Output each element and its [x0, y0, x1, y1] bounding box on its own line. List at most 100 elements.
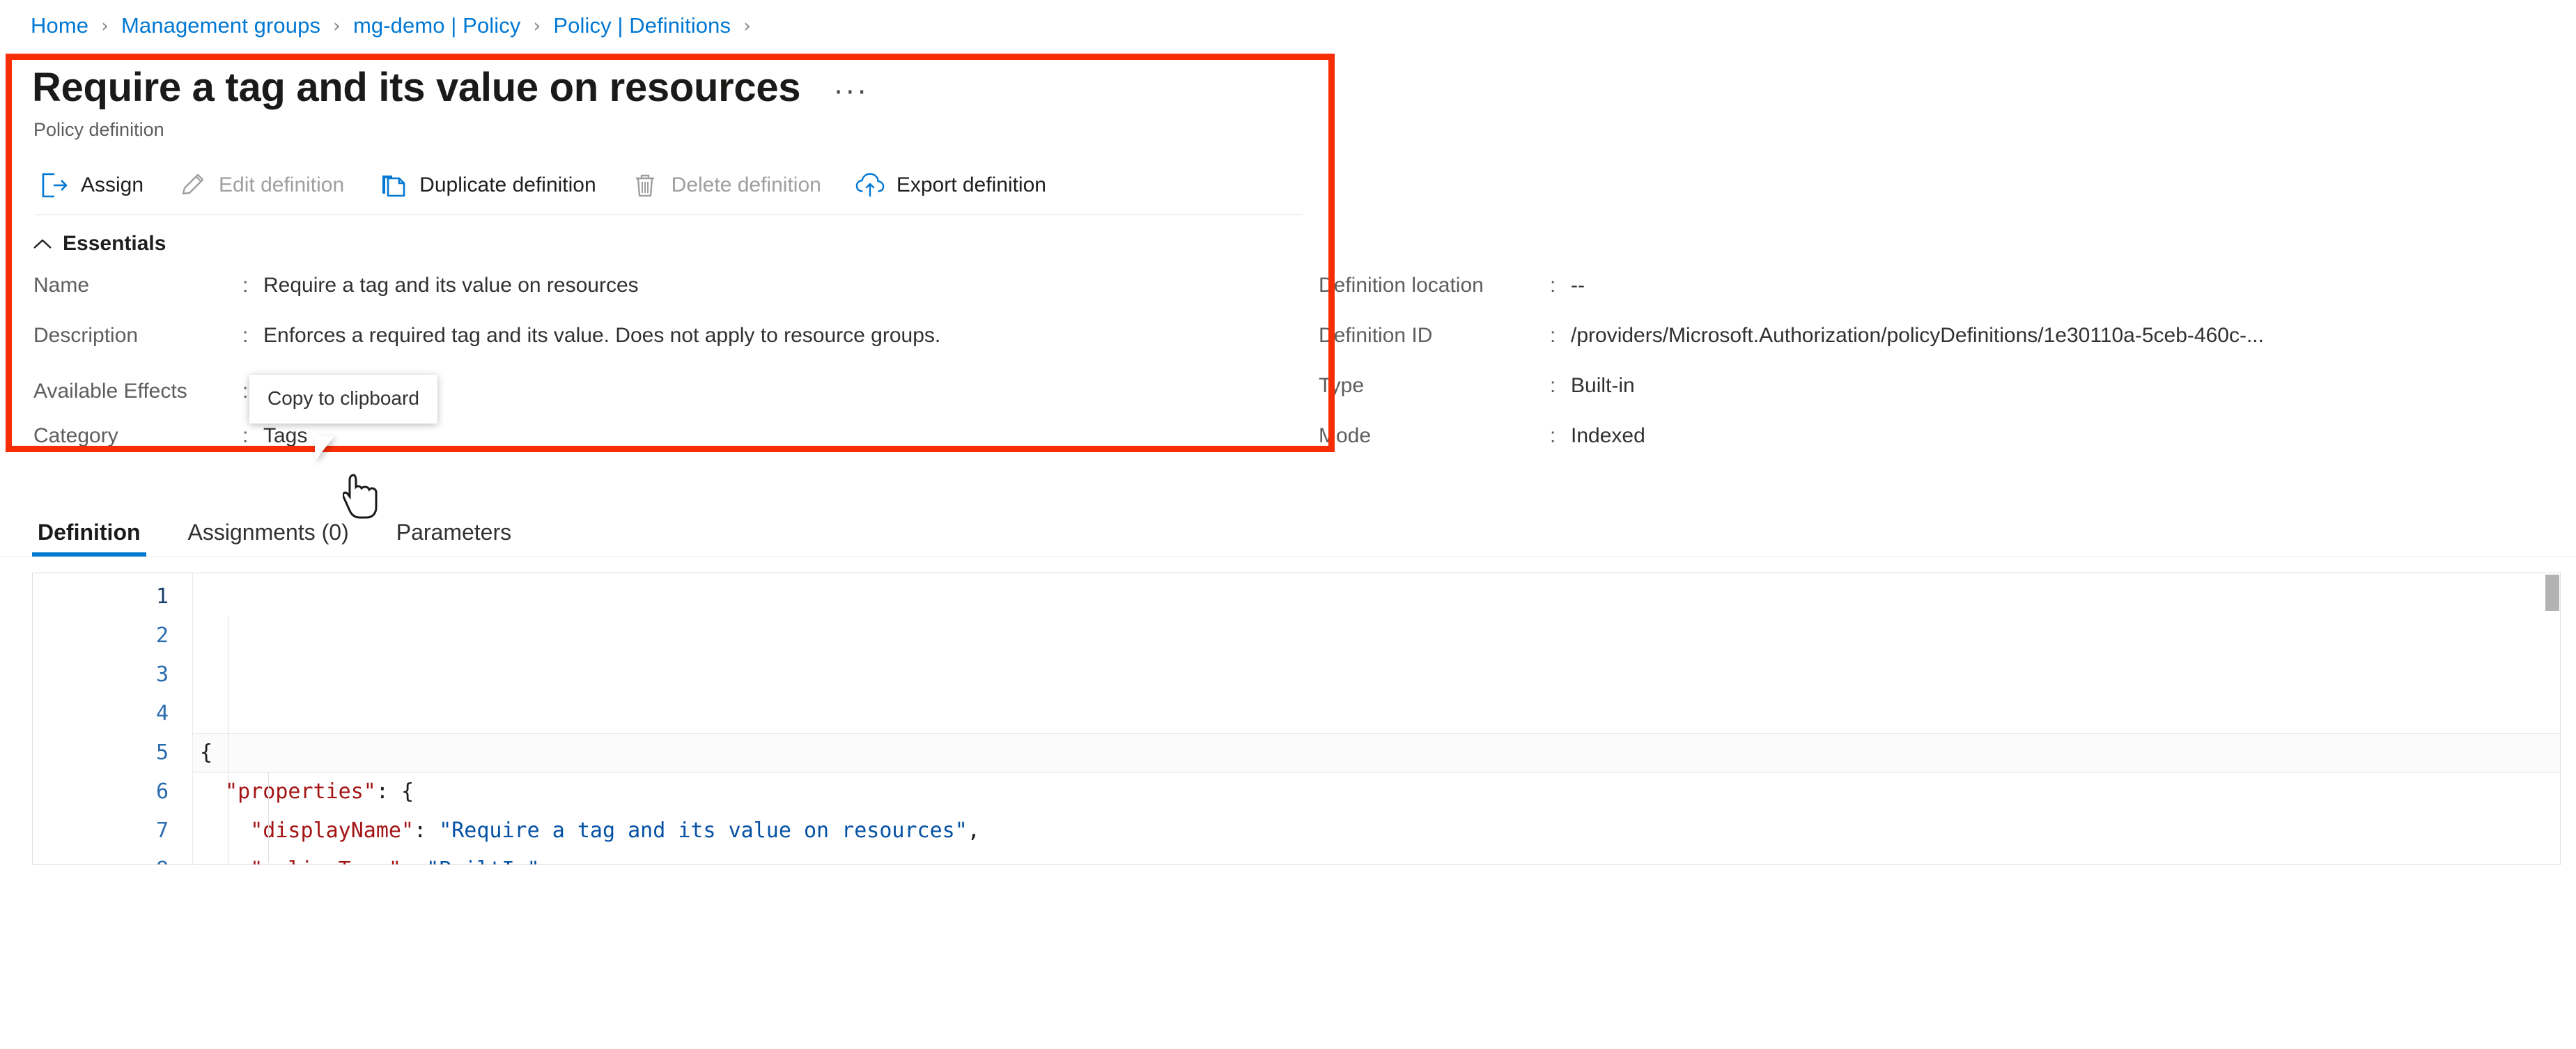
editor-scrollbar-thumb[interactable]: [2545, 574, 2559, 611]
trash-icon: [630, 171, 660, 199]
pencil-icon: [177, 171, 208, 199]
editor-line-number: 5: [155, 740, 169, 765]
more-options-icon[interactable]: ···: [834, 79, 869, 107]
page-title: Require a tag and its value on resources: [32, 65, 801, 110]
code-token-pun: [200, 857, 250, 864]
editor-line-number: 4: [155, 701, 169, 726]
tab-parameters[interactable]: Parameters: [391, 520, 517, 557]
breadcrumb-item[interactable]: Policy | Definitions: [553, 13, 731, 38]
code-token-key: "policyType": [250, 857, 401, 864]
essentials-value: /providers/Microsoft.Authorization/polic…: [1571, 323, 2264, 347]
editor-code-line: "displayName": "Require a tag and its va…: [193, 811, 2560, 850]
essentials-value: Built-in: [1571, 373, 1635, 397]
command-label: Export definition: [896, 173, 1046, 196]
editor-vertical-scrollbar[interactable]: [2545, 573, 2560, 864]
essentials-value: Tags: [263, 424, 308, 447]
code-token-pun: ,: [967, 818, 980, 843]
editor-line-number: 3: [155, 662, 169, 687]
command-label: Assign: [81, 173, 144, 196]
essentials-left-cell: Available Effects:Deny: [33, 374, 1319, 403]
essentials-label: Definition ID: [1319, 323, 1433, 347]
page-subtitle: Policy definition: [33, 118, 164, 140]
code-token-pun: :: [401, 857, 426, 864]
code-token-pun: [200, 818, 250, 843]
essentials-row: Name: Require a tag and its value on reso…: [33, 274, 2576, 324]
essentials-label: Definition location: [1319, 273, 1484, 297]
essentials-label: Mode: [1319, 424, 1372, 447]
breadcrumb-item[interactable]: Home: [31, 13, 88, 38]
editor-line-number: 6: [155, 779, 169, 804]
copy-tooltip: Copy to clipboard: [249, 375, 437, 424]
cloud-up-icon: [855, 171, 885, 199]
tab-bar: Definition Assignments (0) Parameters: [0, 506, 2576, 557]
command-label: Duplicate definition: [419, 173, 596, 196]
essentials-value: Indexed: [1571, 424, 1645, 447]
code-token-key: "properties": [225, 779, 376, 804]
code-token-str: "BuiltIn": [426, 857, 540, 864]
indent-guide: [268, 772, 269, 863]
essentials-value: Enforces a required tag and its value. D…: [263, 323, 941, 347]
essentials-value: --: [1571, 273, 1585, 297]
breadcrumb-item[interactable]: mg-demo | Policy: [353, 13, 521, 38]
breadcrumb-separator-icon: ›: [743, 15, 751, 37]
essentials-label: Name: [33, 273, 90, 297]
breadcrumb-item[interactable]: Management groups: [121, 13, 320, 38]
essentials-colon: :: [242, 323, 249, 347]
chevron-up-icon: [33, 232, 52, 256]
essentials-right-cell: Type: Built-in: [1319, 374, 2503, 398]
command-label: Delete definition: [671, 173, 821, 196]
editor-line-number: 7: [155, 818, 169, 843]
essentials-label: Description: [33, 323, 139, 347]
editor-line-number: 2: [155, 623, 169, 648]
command-label: Edit definition: [219, 173, 345, 196]
command-assign[interactable]: Assign: [35, 166, 157, 205]
essentials-grid: Name: Require a tag and its value on reso…: [0, 274, 2576, 474]
breadcrumb-separator-icon: ›: [101, 15, 109, 37]
command-bar: Assign Edit definition Duplicate definitio…: [0, 166, 2576, 205]
essentials-left-cell: Description: Enforces a required tag and …: [33, 324, 1319, 348]
tab-assignments-0[interactable]: Assignments (0): [183, 520, 355, 557]
essentials-row: Category: Tags Mode: Indexed: [33, 424, 2576, 474]
breadcrumb-separator-icon: ›: [333, 15, 341, 37]
essentials-toggle[interactable]: Essentials: [0, 232, 209, 256]
breadcrumb: Home › Management groups › mg-demo | Policy ›…: [0, 0, 2576, 52]
essentials-label: Essentials: [63, 231, 166, 255]
tab-definition[interactable]: Definition: [32, 520, 146, 557]
page-title-row: Require a tag and its value on resources…: [0, 52, 2576, 109]
command-export-definition[interactable]: Export definition: [851, 166, 1060, 205]
essentials-label: Type: [1319, 373, 1365, 397]
essentials-row: Description: Enforces a required tag and …: [33, 324, 2576, 374]
code-token-pun: ,: [540, 857, 552, 864]
code-token-key: "displayName": [250, 818, 414, 843]
code-token-pun: :: [414, 818, 440, 843]
editor-line-number-gutter: 12345678910: [33, 573, 193, 864]
essentials-value: Require a tag and its value on resources: [263, 273, 639, 297]
command-delete-definition: Delete definition: [626, 166, 835, 205]
breadcrumb-separator-icon: ›: [533, 15, 541, 37]
editor-line-number: 8: [33, 850, 192, 864]
editor-code-line: "properties": {: [193, 772, 2560, 811]
essentials-right-cell: Definition ID: /providers/Microsoft.Autho…: [1319, 324, 2503, 348]
essentials-label: Category: [33, 424, 118, 447]
essentials-right-cell: Mode: Indexed: [1319, 424, 2503, 448]
essentials-left-cell: Name: Require a tag and its value on reso…: [33, 274, 1319, 297]
editor-code-area[interactable]: { "properties": { "displayName": "Requir…: [193, 573, 2560, 864]
editor-line-number: 1: [155, 584, 169, 609]
command-duplicate-definition[interactable]: Duplicate definition: [373, 166, 610, 205]
command-edit-definition: Edit definition: [173, 166, 358, 205]
essentials-right-cell: Definition location: --: [1319, 274, 2503, 297]
editor-code-line: {: [193, 733, 2560, 772]
essentials-colon: :: [242, 273, 249, 297]
editor-code-line: "policyType": "BuiltIn",: [193, 850, 2560, 864]
code-token-str: "Require a tag and its value on resource…: [439, 818, 968, 843]
essentials-colon: :: [1550, 424, 1556, 447]
essentials-colon: :: [1550, 323, 1556, 347]
essentials-colon: :: [1550, 373, 1556, 397]
definition-json-editor[interactable]: 12345678910 { "properties": { "displayNa…: [32, 572, 2561, 865]
essentials-colon: :: [242, 424, 249, 447]
essentials-left-cell: Category: Tags: [33, 424, 1319, 448]
tooltip-arrow: [315, 436, 334, 461]
code-token-pun: : {: [375, 779, 414, 804]
essentials-colon: :: [1550, 273, 1556, 297]
code-token-pun: [200, 779, 225, 804]
